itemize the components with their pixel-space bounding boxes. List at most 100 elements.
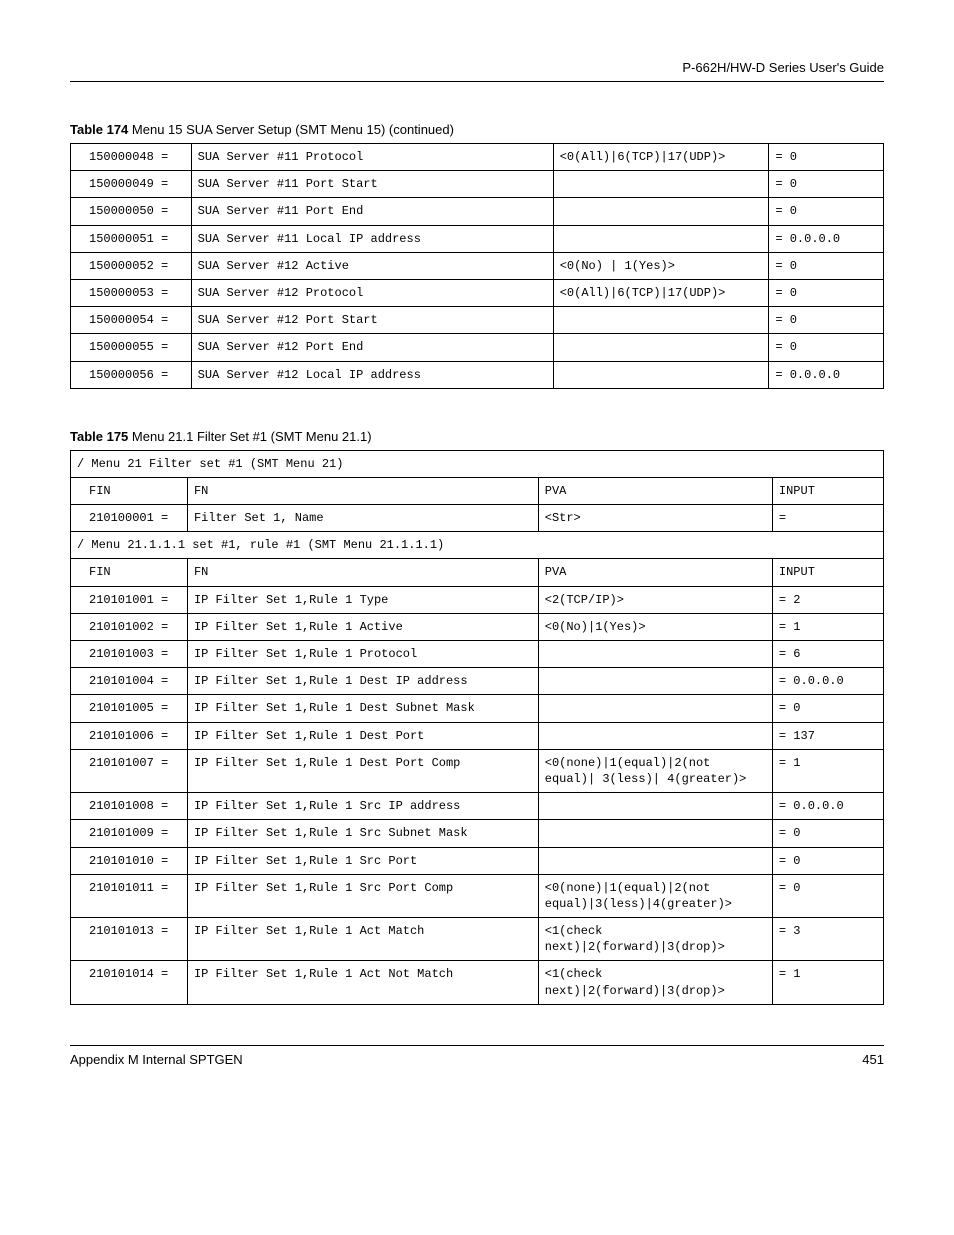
cell-pva: <0(none)|1(equal)|2(not equal)| 3(less)|… (538, 749, 772, 792)
cell-input: = (772, 505, 883, 532)
table-row: 150000055 = SUA Server #12 Port End = 0 (71, 334, 884, 361)
cell-fin: 150000056 = (71, 361, 192, 388)
cell-pva: <1(check next)|2(forward)|3(drop)> (538, 961, 772, 1004)
cell-fn: IP Filter Set 1,Rule 1 Protocol (187, 641, 538, 668)
cell-input: = 0 (772, 847, 883, 874)
table-row: 150000052 = SUA Server #12 Active <0(No)… (71, 252, 884, 279)
cell-input: = 0 (769, 252, 884, 279)
cell-pva: <0(All)|6(TCP)|17(UDP)> (553, 144, 769, 171)
cell-fin: 210101003 = (71, 641, 188, 668)
cell-fin: 210101011 = (71, 874, 188, 917)
cell-fin: 210101002 = (71, 613, 188, 640)
table175-caption-rest: Menu 21.1 Filter Set #1 (SMT Menu 21.1) (128, 429, 371, 444)
cell-input: = 3 (772, 918, 883, 961)
cell-input: = 0.0.0.0 (772, 793, 883, 820)
table175: / Menu 21 Filter set #1 (SMT Menu 21) FI… (70, 450, 884, 1005)
cell-pva (553, 361, 769, 388)
cell-fn: IP Filter Set 1,Rule 1 Active (187, 613, 538, 640)
cell-fn: SUA Server #11 Port Start (191, 171, 553, 198)
cell-fin: 210101008 = (71, 793, 188, 820)
section2-text: / Menu 21.1.1.1 set #1, rule #1 (SMT Men… (71, 532, 884, 559)
section1-text: / Menu 21 Filter set #1 (SMT Menu 21) (71, 450, 884, 477)
guide-title: P-662H/HW-D Series User's Guide (70, 60, 884, 75)
cell-fn: IP Filter Set 1,Rule 1 Type (187, 586, 538, 613)
cell-fn: SUA Server #12 Protocol (191, 279, 553, 306)
cell-pva: <0(No) | 1(Yes)> (553, 252, 769, 279)
cell-fn: Filter Set 1, Name (187, 505, 538, 532)
cell-fn: IP Filter Set 1,Rule 1 Act Not Match (187, 961, 538, 1004)
cell-input: = 1 (772, 961, 883, 1004)
cell-fn: SUA Server #11 Protocol (191, 144, 553, 171)
table-row: 210101005 = IP Filter Set 1,Rule 1 Dest … (71, 695, 884, 722)
cell-fn: SUA Server #12 Local IP address (191, 361, 553, 388)
cell-fn: IP Filter Set 1,Rule 1 Dest Port Comp (187, 749, 538, 792)
table-row: 210100001 = Filter Set 1, Name <Str> = (71, 505, 884, 532)
table-row: 210101006 = IP Filter Set 1,Rule 1 Dest … (71, 722, 884, 749)
cell-pva (553, 171, 769, 198)
cell-fin: 210101013 = (71, 918, 188, 961)
cell-input: = 0.0.0.0 (769, 225, 884, 252)
cell-fn: IP Filter Set 1,Rule 1 Act Match (187, 918, 538, 961)
table-row: 210101009 = IP Filter Set 1,Rule 1 Src S… (71, 820, 884, 847)
cell-fin: 150000050 = (71, 198, 192, 225)
table-row: 210101004 = IP Filter Set 1,Rule 1 Dest … (71, 668, 884, 695)
cell-fin: 150000055 = (71, 334, 192, 361)
table-row: 150000048 = SUA Server #11 Protocol <0(A… (71, 144, 884, 171)
header-fin: FIN (71, 559, 188, 586)
cell-fin: 150000052 = (71, 252, 192, 279)
table-row: 150000049 = SUA Server #11 Port Start = … (71, 171, 884, 198)
table-row: 210101008 = IP Filter Set 1,Rule 1 Src I… (71, 793, 884, 820)
cell-fin: 150000048 = (71, 144, 192, 171)
table-row: 210101010 = IP Filter Set 1,Rule 1 Src P… (71, 847, 884, 874)
cell-pva (553, 198, 769, 225)
cell-input: = 0 (769, 279, 884, 306)
cell-fin: 150000049 = (71, 171, 192, 198)
cell-input: = 1 (772, 749, 883, 792)
table174-caption: Table 174 Menu 15 SUA Server Setup (SMT … (70, 122, 884, 137)
header-input: INPUT (772, 559, 883, 586)
cell-fn: IP Filter Set 1,Rule 1 Dest IP address (187, 668, 538, 695)
cell-input: = 0 (772, 820, 883, 847)
header-input: INPUT (772, 477, 883, 504)
cell-fin: 210101009 = (71, 820, 188, 847)
table-row: 210101011 = IP Filter Set 1,Rule 1 Src P… (71, 874, 884, 917)
section-header-row: / Menu 21 Filter set #1 (SMT Menu 21) (71, 450, 884, 477)
table174-caption-bold: Table 174 (70, 122, 128, 137)
footer-right: 451 (862, 1052, 884, 1067)
cell-pva (538, 722, 772, 749)
cell-fin: 210101014 = (71, 961, 188, 1004)
cell-input: = 1 (772, 613, 883, 640)
cell-fn: SUA Server #12 Active (191, 252, 553, 279)
cell-input: = 0 (769, 198, 884, 225)
cell-fin: 210101007 = (71, 749, 188, 792)
cell-pva (538, 820, 772, 847)
cell-pva (538, 847, 772, 874)
table-row: 210101007 = IP Filter Set 1,Rule 1 Dest … (71, 749, 884, 792)
cell-input: = 0 (772, 874, 883, 917)
cell-pva (538, 793, 772, 820)
table-row: 210101001 = IP Filter Set 1,Rule 1 Type … (71, 586, 884, 613)
cell-pva (538, 668, 772, 695)
cell-fn: IP Filter Set 1,Rule 1 Src IP address (187, 793, 538, 820)
cell-fn: SUA Server #12 Port End (191, 334, 553, 361)
cell-input: = 2 (772, 586, 883, 613)
cell-input: = 0 (772, 695, 883, 722)
cell-input: = 0 (769, 307, 884, 334)
section-header-row: / Menu 21.1.1.1 set #1, rule #1 (SMT Men… (71, 532, 884, 559)
cell-fn: IP Filter Set 1,Rule 1 Src Port Comp (187, 874, 538, 917)
cell-input: = 0 (769, 144, 884, 171)
table174-caption-rest: Menu 15 SUA Server Setup (SMT Menu 15) (… (128, 122, 454, 137)
table174: 150000048 = SUA Server #11 Protocol <0(A… (70, 143, 884, 389)
cell-pva (553, 225, 769, 252)
header-row: FIN FN PVA INPUT (71, 559, 884, 586)
table-row: 210101013 = IP Filter Set 1,Rule 1 Act M… (71, 918, 884, 961)
cell-fin: 210101004 = (71, 668, 188, 695)
cell-pva: <0(All)|6(TCP)|17(UDP)> (553, 279, 769, 306)
cell-fin: 210101005 = (71, 695, 188, 722)
cell-fn: IP Filter Set 1,Rule 1 Src Port (187, 847, 538, 874)
cell-fin: 150000053 = (71, 279, 192, 306)
cell-pva (538, 641, 772, 668)
table-row: 150000053 = SUA Server #12 Protocol <0(A… (71, 279, 884, 306)
cell-input: = 6 (772, 641, 883, 668)
cell-fn: IP Filter Set 1,Rule 1 Src Subnet Mask (187, 820, 538, 847)
